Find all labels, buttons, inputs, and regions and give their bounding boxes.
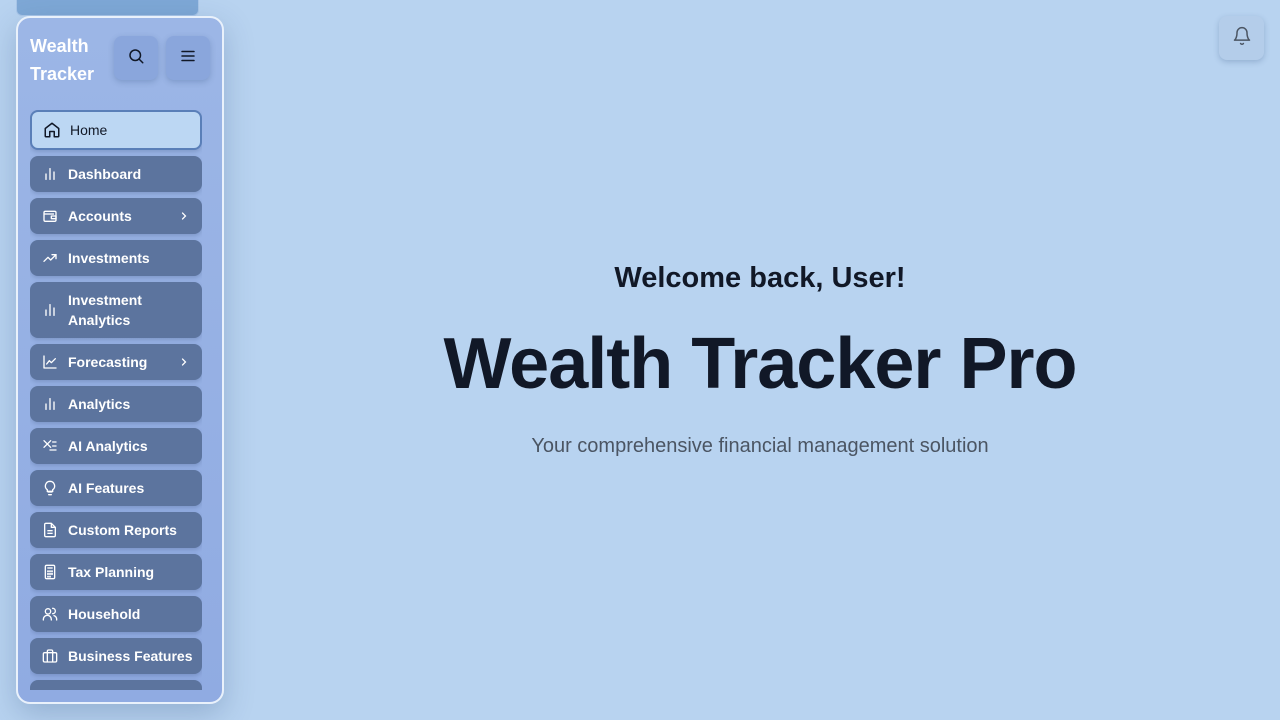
home-icon <box>42 120 62 140</box>
sidebar-item-ai-analytics[interactable]: AI Analytics <box>30 428 202 464</box>
chevron-right-icon <box>176 354 192 370</box>
search-icon <box>127 47 145 70</box>
sparkles-icon <box>40 436 60 456</box>
file-text-icon <box>40 520 60 540</box>
line-chart-icon <box>40 352 60 372</box>
sidebar-item-label: Household <box>68 606 141 622</box>
sidebar-item-investment-analytics[interactable]: Investment Analytics <box>30 282 202 338</box>
sidebar-item-label: Investment Analytics <box>68 292 142 328</box>
sidebar-item-label: Dashboard <box>68 166 142 182</box>
wallet-icon <box>40 206 60 226</box>
sidebar-item-label: Custom Reports <box>68 522 177 538</box>
sidebar-item-custom-reports[interactable]: Custom Reports <box>30 512 202 548</box>
bell-icon <box>1232 26 1252 51</box>
sidebar: Wealth Tracker Home Dashboard Accounts I… <box>16 16 224 704</box>
sidebar-item-label: Accounts <box>68 208 132 224</box>
sidebar-item-tax-planning[interactable]: Tax Planning <box>30 554 202 590</box>
sidebar-item-label: Business Features <box>68 648 193 664</box>
sidebar-item-label: Home <box>70 122 108 138</box>
sidebar-item-partial[interactable] <box>30 680 202 690</box>
sidebar-item-investments[interactable]: Investments <box>30 240 202 276</box>
welcome-message: Welcome back, User! <box>614 262 906 294</box>
bar-chart-icon <box>40 300 60 320</box>
sidebar-item-forecasting[interactable]: Forecasting <box>30 344 202 380</box>
sidebar-item-accounts[interactable]: Accounts <box>30 198 202 234</box>
sidebar-item-analytics[interactable]: Analytics <box>30 386 202 422</box>
bar-chart-icon <box>40 164 60 184</box>
sidebar-item-label: Forecasting <box>68 354 148 370</box>
sidebar-nav: Home Dashboard Accounts Investments Inve… <box>30 110 202 690</box>
sidebar-item-dashboard[interactable]: Dashboard <box>30 156 202 192</box>
sidebar-item-household[interactable]: Household <box>30 596 202 632</box>
chevron-right-icon <box>176 208 192 224</box>
notification-button[interactable] <box>1219 16 1264 60</box>
sidebar-item-ai-features[interactable]: AI Features <box>30 470 202 506</box>
sidebar-item-label: Investments <box>68 250 150 266</box>
sidebar-item-label: AI Analytics <box>68 438 148 454</box>
briefcase-icon <box>40 646 60 666</box>
menu-icon <box>179 47 197 70</box>
search-button[interactable] <box>114 36 158 80</box>
page-subtitle: Your comprehensive financial management … <box>531 435 989 457</box>
top-edge-tab <box>16 0 199 16</box>
lightbulb-icon <box>40 478 60 498</box>
sidebar-item-home[interactable]: Home <box>30 110 202 150</box>
sidebar-item-label: AI Features <box>68 480 145 496</box>
sidebar-item-label: Tax Planning <box>68 564 155 580</box>
menu-button[interactable] <box>166 36 210 80</box>
trending-up-icon <box>40 248 60 268</box>
users-icon <box>40 604 60 624</box>
page-title: Wealth Tracker Pro <box>443 324 1078 404</box>
sidebar-item-business-features[interactable]: Business Features <box>30 638 202 674</box>
bar-chart-icon <box>40 394 60 414</box>
brand-title: Wealth Tracker <box>30 36 95 84</box>
sidebar-item-label: Analytics <box>68 396 131 412</box>
calculator-icon <box>40 562 60 582</box>
